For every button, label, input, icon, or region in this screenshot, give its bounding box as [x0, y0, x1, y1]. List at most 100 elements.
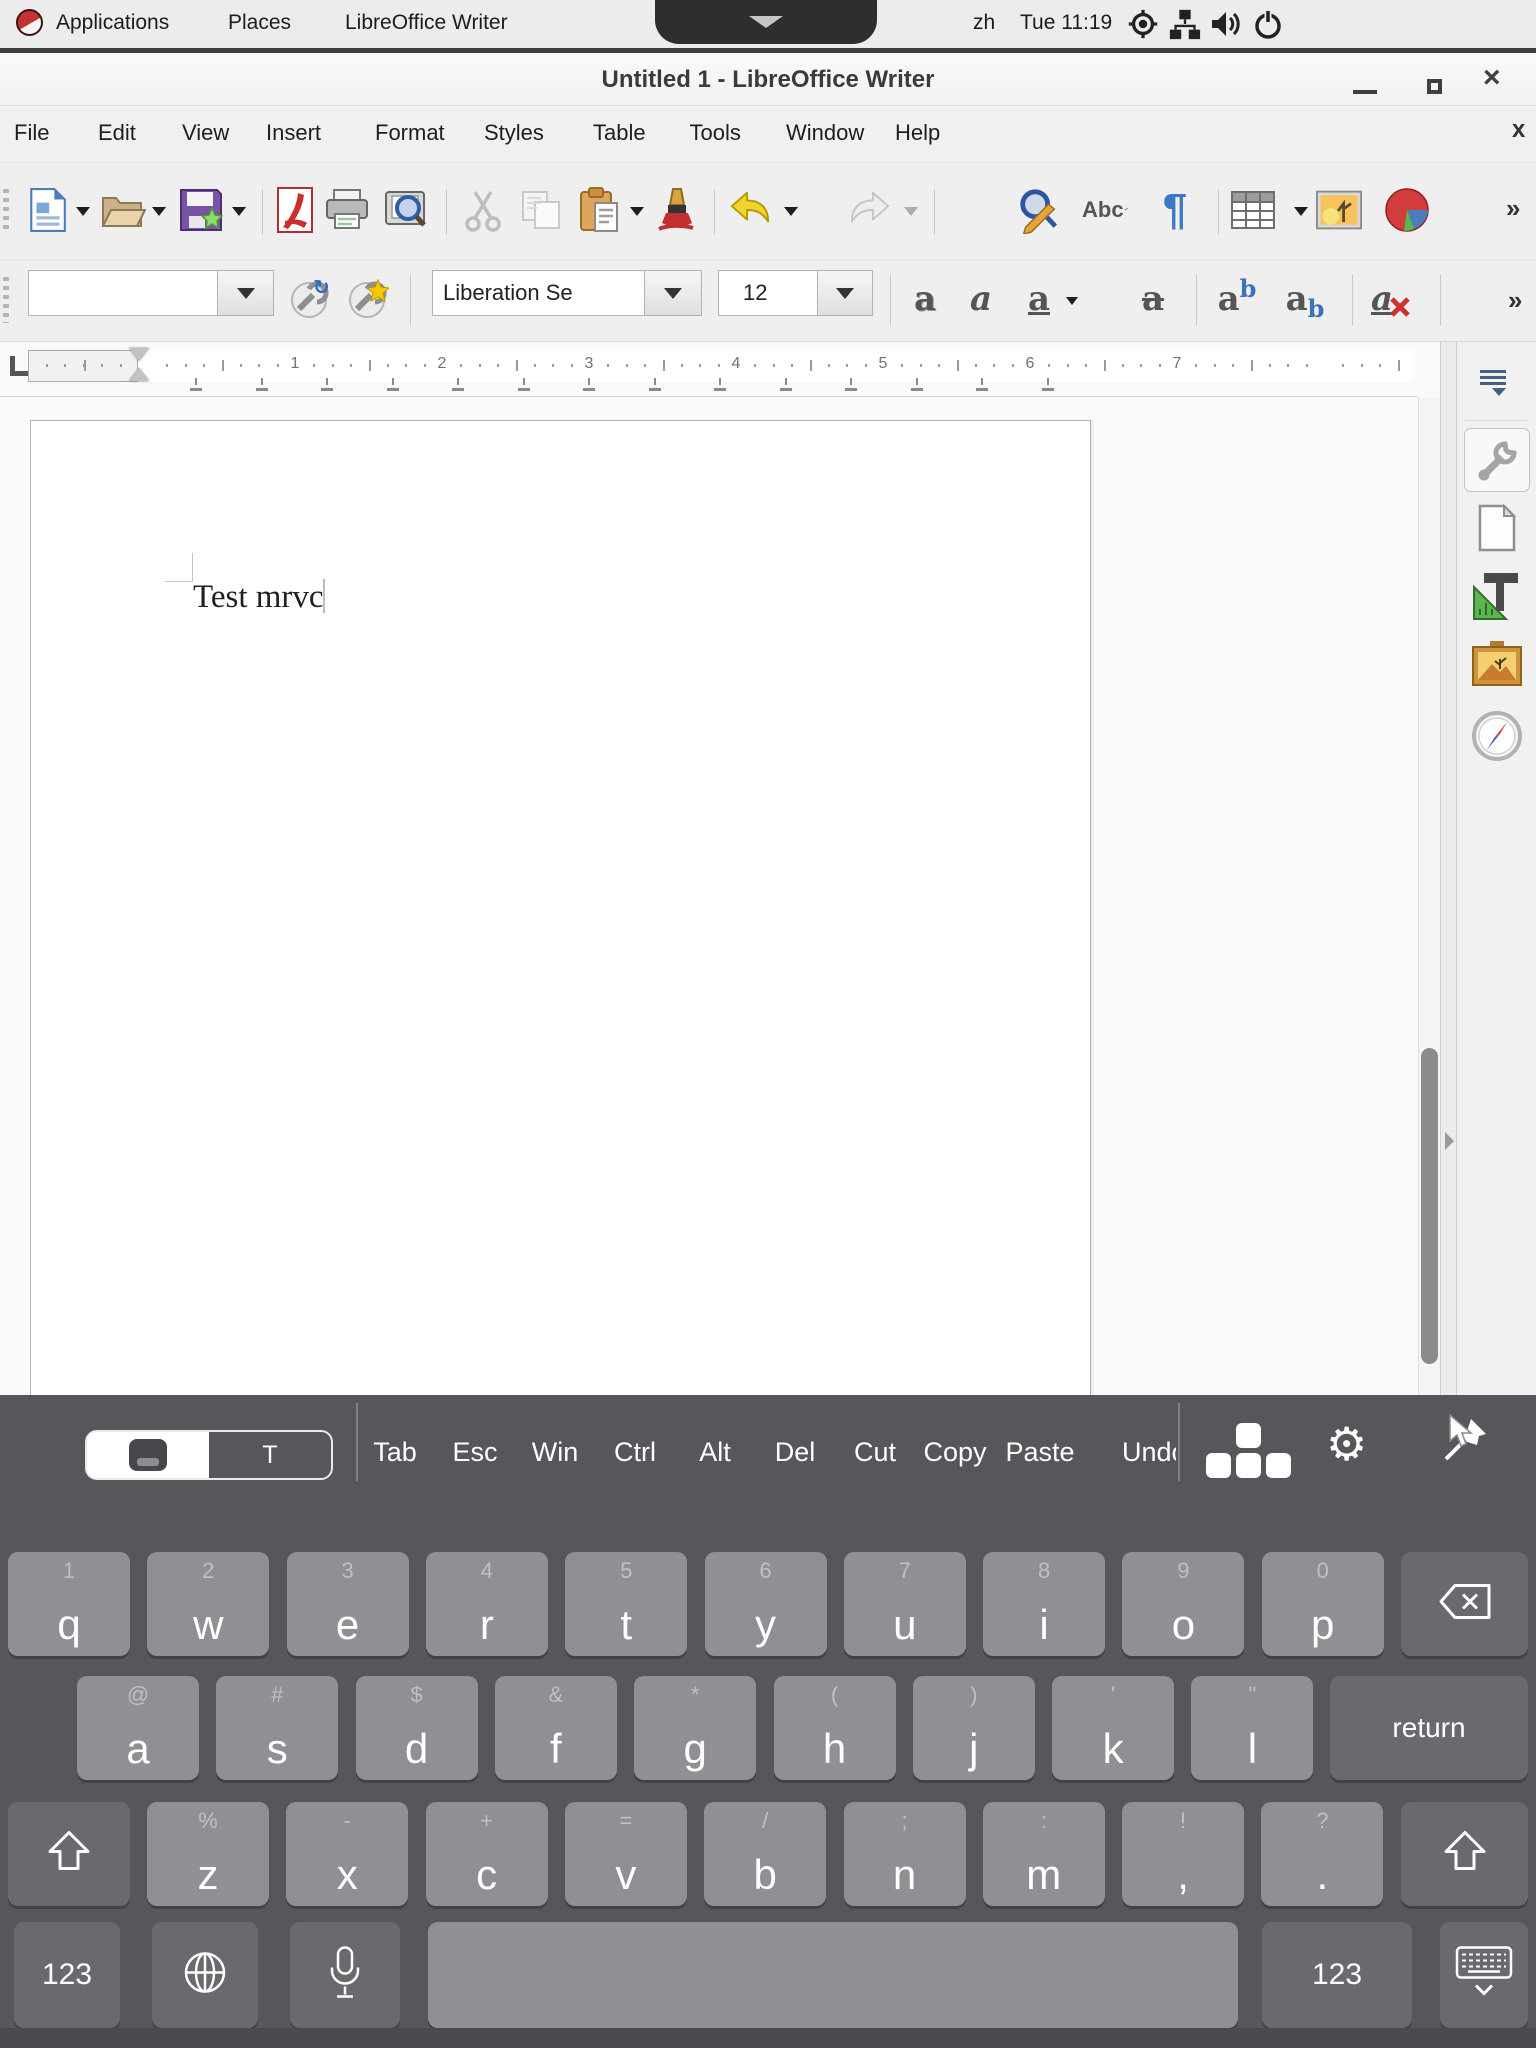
- superscript-icon[interactable]: a b: [1208, 277, 1266, 321]
- kbd-key-x[interactable]: -x: [286, 1802, 408, 1906]
- kbd-key-space[interactable]: [428, 1922, 1238, 2028]
- kbd-key-a[interactable]: @a: [77, 1676, 199, 1780]
- spelling-icon[interactable]: Abc: [1082, 187, 1128, 233]
- document-text[interactable]: Test mrvc: [193, 579, 324, 616]
- open-file-icon[interactable]: [100, 187, 146, 233]
- sidebar-splitter[interactable]: [1440, 342, 1457, 1395]
- sidebar-tab-properties[interactable]: [1464, 428, 1530, 492]
- kbd-key-f[interactable]: &f: [495, 1676, 617, 1780]
- location-icon[interactable]: [1126, 7, 1160, 47]
- menu-help[interactable]: Help: [895, 120, 940, 146]
- kbd-key-shift-right[interactable]: [1401, 1802, 1528, 1906]
- undo-icon[interactable]: [726, 187, 772, 233]
- kbd-key-paste[interactable]: Paste: [1005, 1437, 1074, 1468]
- topbar-places-menu[interactable]: Places: [228, 11, 291, 35]
- kbd-key-j[interactable]: )j: [913, 1676, 1035, 1780]
- input-language-indicator[interactable]: zh: [973, 11, 995, 35]
- menu-insert[interactable]: Insert: [266, 120, 321, 146]
- kbd-key-k[interactable]: 'k: [1052, 1676, 1174, 1780]
- kbd-key-123-left[interactable]: 123: [14, 1922, 120, 2028]
- window-title-bar[interactable]: Untitled 1 - LibreOffice Writer ×: [0, 53, 1536, 106]
- kbd-key-cut[interactable]: Cut: [854, 1437, 896, 1468]
- print-preview-icon[interactable]: [382, 187, 428, 233]
- paste-icon[interactable]: [576, 187, 622, 233]
- open-file-dropdown[interactable]: [152, 207, 166, 216]
- toolbar-grip[interactable]: [3, 277, 9, 323]
- save-icon[interactable]: [178, 187, 224, 233]
- screen-notch[interactable]: [655, 0, 877, 44]
- find-replace-icon[interactable]: [1016, 187, 1062, 233]
- save-dropdown[interactable]: [232, 207, 246, 216]
- sidebar-tab-gallery[interactable]: [1470, 642, 1524, 686]
- kbd-key-mic[interactable]: [290, 1922, 400, 2028]
- distro-logo-icon[interactable]: [16, 9, 43, 36]
- redo-dropdown[interactable]: [904, 207, 918, 216]
- insert-image-icon[interactable]: [1316, 187, 1362, 233]
- kbd-key-b[interactable]: /b: [704, 1802, 826, 1906]
- new-style-icon[interactable]: [346, 277, 390, 321]
- network-icon[interactable]: [1168, 7, 1202, 47]
- kbd-key-i[interactable]: 8i: [983, 1552, 1105, 1656]
- sidebar-tab-navigator[interactable]: [1471, 710, 1523, 762]
- underline-dropdown[interactable]: [1066, 297, 1078, 305]
- sidebar-hide-arrow-icon[interactable]: [1445, 1132, 1454, 1150]
- paragraph-style-dropdown[interactable]: [217, 270, 274, 316]
- clock[interactable]: Tue 11:19: [1020, 11, 1112, 35]
- insert-table-dropdown[interactable]: [1294, 207, 1308, 216]
- kbd-key-c[interactable]: +c: [426, 1802, 548, 1906]
- kbd-key-win[interactable]: Win: [532, 1437, 579, 1468]
- font-name-dropdown[interactable]: [644, 270, 702, 316]
- menu-file[interactable]: File: [14, 120, 49, 146]
- clone-formatting-icon[interactable]: [652, 187, 698, 233]
- subscript-icon[interactable]: a b: [1276, 277, 1334, 321]
- strikethrough-icon[interactable]: a: [1128, 277, 1178, 321]
- toolbar-overflow-button[interactable]: »: [1508, 285, 1522, 316]
- menu-styles[interactable]: Styles: [484, 120, 544, 146]
- keyboard-settings-gear-icon[interactable]: ⚙: [1326, 1417, 1367, 1471]
- close-window-button[interactable]: ×: [1483, 61, 1501, 95]
- minimize-button[interactable]: [1353, 90, 1377, 94]
- blocks-icon[interactable]: [1206, 1423, 1291, 1478]
- font-size-dropdown[interactable]: [817, 270, 873, 316]
- kbd-key-g[interactable]: *g: [634, 1676, 756, 1780]
- kbd-key-ctrl[interactable]: Ctrl: [614, 1437, 656, 1468]
- kbd-key-v[interactable]: =v: [565, 1802, 687, 1906]
- scrollbar-thumb[interactable]: [1421, 1048, 1438, 1364]
- kbd-key-p[interactable]: 0p: [1262, 1552, 1384, 1656]
- kbd-key-s[interactable]: #s: [216, 1676, 338, 1780]
- kbd-key-shift-left[interactable]: [8, 1802, 130, 1906]
- menu-format[interactable]: Format: [375, 120, 445, 146]
- menu-edit[interactable]: Edit: [98, 120, 136, 146]
- kbd-key-r[interactable]: 4r: [426, 1552, 548, 1656]
- topbar-active-app-menu[interactable]: LibreOffice Writer: [345, 11, 508, 35]
- insert-chart-icon[interactable]: [1384, 187, 1430, 233]
- kbd-key-u[interactable]: 7u: [844, 1552, 966, 1656]
- cut-icon[interactable]: [460, 187, 506, 233]
- redo-icon[interactable]: [848, 187, 894, 233]
- kbd-key-comma[interactable]: !,: [1122, 1802, 1244, 1906]
- font-size-combobox[interactable]: 12: [718, 270, 818, 316]
- close-document-button[interactable]: x: [1512, 116, 1525, 144]
- horizontal-ruler[interactable]: 1234567: [0, 342, 1418, 397]
- kbd-key-dismiss[interactable]: [1440, 1922, 1528, 2028]
- kbd-key-y[interactable]: 6y: [705, 1552, 827, 1656]
- kbd-key-period[interactable]: ?.: [1261, 1802, 1383, 1906]
- left-indent-marker[interactable]: [129, 368, 149, 381]
- new-document-dropdown[interactable]: [76, 207, 90, 216]
- kbd-key-l[interactable]: "l: [1191, 1676, 1313, 1780]
- power-icon[interactable]: [1250, 6, 1286, 48]
- kbd-key-h[interactable]: (h: [774, 1676, 896, 1780]
- sidebar-settings-button[interactable]: [1480, 368, 1514, 398]
- toolbar-grip[interactable]: [3, 189, 9, 233]
- undo-dropdown[interactable]: [784, 207, 798, 216]
- kbd-key-z[interactable]: %z: [147, 1802, 269, 1906]
- kbd-key-n[interactable]: ;n: [844, 1802, 966, 1906]
- first-line-indent-marker[interactable]: [129, 348, 149, 361]
- insert-table-icon[interactable]: [1230, 187, 1276, 233]
- menu-view[interactable]: View: [182, 120, 229, 146]
- print-icon[interactable]: [324, 187, 370, 233]
- kbd-key-w[interactable]: 2w: [147, 1552, 269, 1656]
- kbd-key-o[interactable]: 9o: [1122, 1552, 1244, 1656]
- paragraph-style-combobox[interactable]: [28, 270, 218, 316]
- kbd-key-undo[interactable]: Undo: [1122, 1437, 1176, 1468]
